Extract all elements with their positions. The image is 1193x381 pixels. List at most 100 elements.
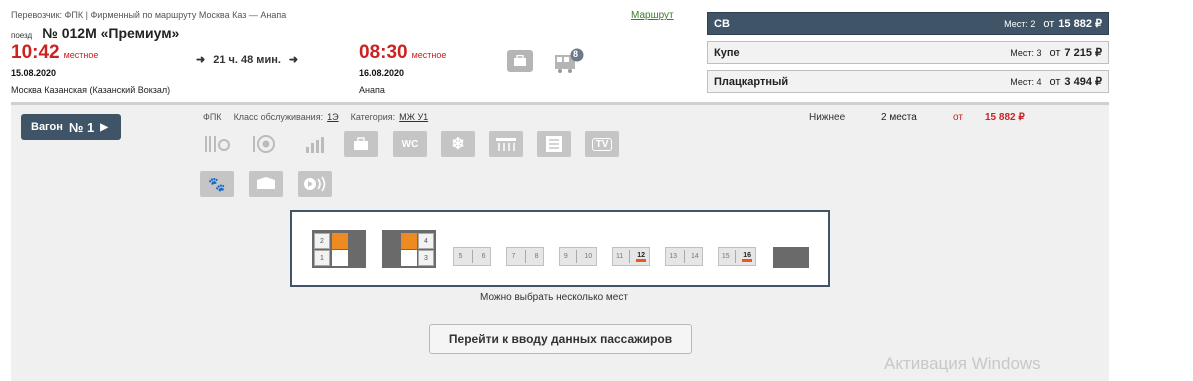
seat-number: 11 bbox=[615, 253, 624, 260]
snowflake-icon: ❄ bbox=[441, 131, 475, 157]
class-price: 3 494 ₽ bbox=[1064, 76, 1102, 88]
class-row-sv[interactable]: СВ Мест: 2 от 15 882 ₽ bbox=[707, 12, 1109, 35]
lower-price: 15 882 ₽ bbox=[985, 112, 1025, 123]
service-class: Класс обслуживания: 1Э bbox=[234, 112, 339, 122]
class-from: от bbox=[1049, 75, 1061, 88]
car-end-block bbox=[773, 247, 809, 268]
arrow-right-icon: ➜ bbox=[288, 54, 299, 66]
seat-number: 9 bbox=[563, 253, 568, 260]
category-label: Категория: bbox=[350, 112, 396, 122]
arrival-time: 08:30 местное bbox=[359, 42, 446, 64]
compartment-8[interactable]: 15 16 bbox=[718, 247, 756, 266]
continue-to-passenger-data-button[interactable]: Перейти к вводу данных пассажиров bbox=[429, 324, 692, 354]
arrival-local-label: местное bbox=[411, 50, 447, 60]
arrival-time-value: 08:30 bbox=[359, 42, 408, 63]
class-price: 7 215 ₽ bbox=[1064, 47, 1102, 59]
compartment-7[interactable]: 13 14 bbox=[665, 247, 703, 266]
class-name: Плацкартный bbox=[714, 75, 789, 88]
seat-separator bbox=[683, 250, 685, 263]
seat-number-available[interactable]: 16 bbox=[742, 252, 753, 262]
arrow-right-icon: ➜ bbox=[196, 54, 206, 66]
seat-taken bbox=[332, 233, 348, 249]
wc-icon: WC bbox=[393, 131, 427, 157]
duration-value: 21 ч. 48 мин. bbox=[213, 53, 281, 66]
departure-local-label: местное bbox=[63, 50, 99, 60]
bag-icon bbox=[344, 131, 378, 157]
car-map: 2 1 4 3 56 78 9 10 11 12 13 14 15 16 bbox=[290, 210, 830, 287]
class-row-kupe[interactable]: Купе Мест: 3 от 7 215 ₽ bbox=[707, 41, 1109, 64]
departure-station: Москва Казанская (Казанский Вокзал) bbox=[11, 85, 171, 95]
seat-number: 8 bbox=[534, 253, 539, 260]
service-class-value[interactable]: 1Э bbox=[327, 112, 338, 122]
seat-3[interactable]: 3 bbox=[418, 250, 434, 266]
caret-right-icon: ▶ bbox=[100, 121, 108, 133]
seat-2[interactable]: 2 bbox=[314, 233, 330, 249]
class-seats: Мест: 4 bbox=[1010, 76, 1042, 87]
departure-time-value: 10:42 bbox=[11, 42, 60, 63]
seat-4[interactable]: 4 bbox=[418, 233, 434, 249]
seat-separator bbox=[629, 250, 631, 263]
lower-label: Нижнее bbox=[809, 112, 846, 123]
lower-count: 2 места bbox=[881, 112, 917, 123]
class-seats: Мест: 3 bbox=[1010, 47, 1042, 58]
departure-date: 15.08.2020 bbox=[11, 68, 57, 78]
class-from: от bbox=[1043, 17, 1055, 30]
compartment-3[interactable]: 56 bbox=[453, 247, 491, 266]
tv-icon: TV bbox=[585, 131, 619, 157]
chart-icon bbox=[298, 131, 332, 157]
pet-icon: 🐾 bbox=[200, 171, 234, 197]
class-row-platskart[interactable]: Плацкартный Мест: 4 от 3 494 ₽ bbox=[707, 70, 1109, 93]
class-seats: Мест: 2 bbox=[1004, 18, 1036, 29]
seat-separator bbox=[575, 250, 577, 263]
luggage-icon bbox=[507, 50, 533, 72]
newspaper-icon bbox=[537, 131, 571, 157]
wagon-button-label: Вагон bbox=[31, 121, 63, 133]
compartment-6[interactable]: 11 12 bbox=[612, 247, 650, 266]
seat-separator bbox=[735, 250, 737, 263]
wagon-number: № 1 bbox=[68, 119, 95, 135]
seat-1[interactable]: 1 bbox=[314, 250, 330, 266]
class-name: СВ bbox=[714, 17, 730, 30]
route-link[interactable]: Маршрут bbox=[631, 10, 674, 21]
seat-taken bbox=[332, 250, 348, 266]
train-header: Перевозчик: ФПК | Фирменный по маршруту … bbox=[0, 0, 1110, 104]
wc-label: WC bbox=[401, 138, 419, 150]
seat-separator bbox=[524, 250, 526, 263]
multi-select-hint: Можно выбрать несколько мест bbox=[480, 292, 628, 303]
arrival-date: 16.08.2020 bbox=[359, 68, 405, 78]
carrier-line: Перевозчик: ФПК | Фирменный по маршруту … bbox=[11, 10, 287, 20]
category: Категория: МЖ У1 bbox=[351, 112, 429, 122]
wagon-button[interactable]: Вагон № 1 ▶ bbox=[21, 114, 121, 140]
lower-from: от bbox=[953, 112, 963, 123]
seat-number: 13 bbox=[669, 253, 678, 260]
trip-duration: ➜ 21 ч. 48 мин. ➜ bbox=[196, 53, 299, 67]
seat-empty bbox=[384, 233, 400, 249]
train-badge: 8 bbox=[573, 49, 579, 59]
class-list: СВ Мест: 2 от 15 882 ₽ Купе Мест: 3 от 7… bbox=[707, 12, 1109, 99]
seat-number: 5 bbox=[458, 253, 463, 260]
train-icon[interactable]: 8 bbox=[554, 48, 584, 74]
compartment-1[interactable]: 2 1 bbox=[312, 230, 366, 268]
train-name: № 012М «Премиум» bbox=[42, 25, 180, 41]
seat-number: 15 bbox=[721, 253, 730, 260]
restaurant-icon bbox=[249, 131, 283, 157]
compartment-5[interactable]: 9 10 bbox=[559, 247, 597, 266]
arrival-station: Анапа bbox=[359, 85, 385, 95]
compartment-2[interactable]: 4 3 bbox=[382, 230, 436, 268]
audio-icon bbox=[298, 171, 332, 197]
wagon-carrier: ФПК bbox=[203, 112, 222, 122]
seat-number: 14 bbox=[690, 253, 699, 260]
class-price: 15 882 ₽ bbox=[1058, 18, 1102, 30]
windows-activation-watermark: Активация Windows bbox=[884, 354, 1041, 373]
shower-icon bbox=[489, 131, 523, 157]
tv-label: TV bbox=[591, 137, 613, 151]
blanket-icon bbox=[249, 171, 283, 197]
wagon-info: ФПК Класс обслуживания: 1Э Категория: МЖ У… bbox=[203, 112, 428, 122]
service-class-label: Класс обслуживания: bbox=[233, 112, 324, 122]
train-prefix: поезд bbox=[11, 31, 33, 40]
compartment-4[interactable]: 78 bbox=[506, 247, 544, 266]
train-line: поезд № 012М «Премиум» bbox=[11, 25, 179, 41]
seat-number-available[interactable]: 12 bbox=[636, 252, 646, 262]
category-value[interactable]: МЖ У1 bbox=[399, 112, 428, 122]
seat-separator bbox=[471, 250, 473, 263]
